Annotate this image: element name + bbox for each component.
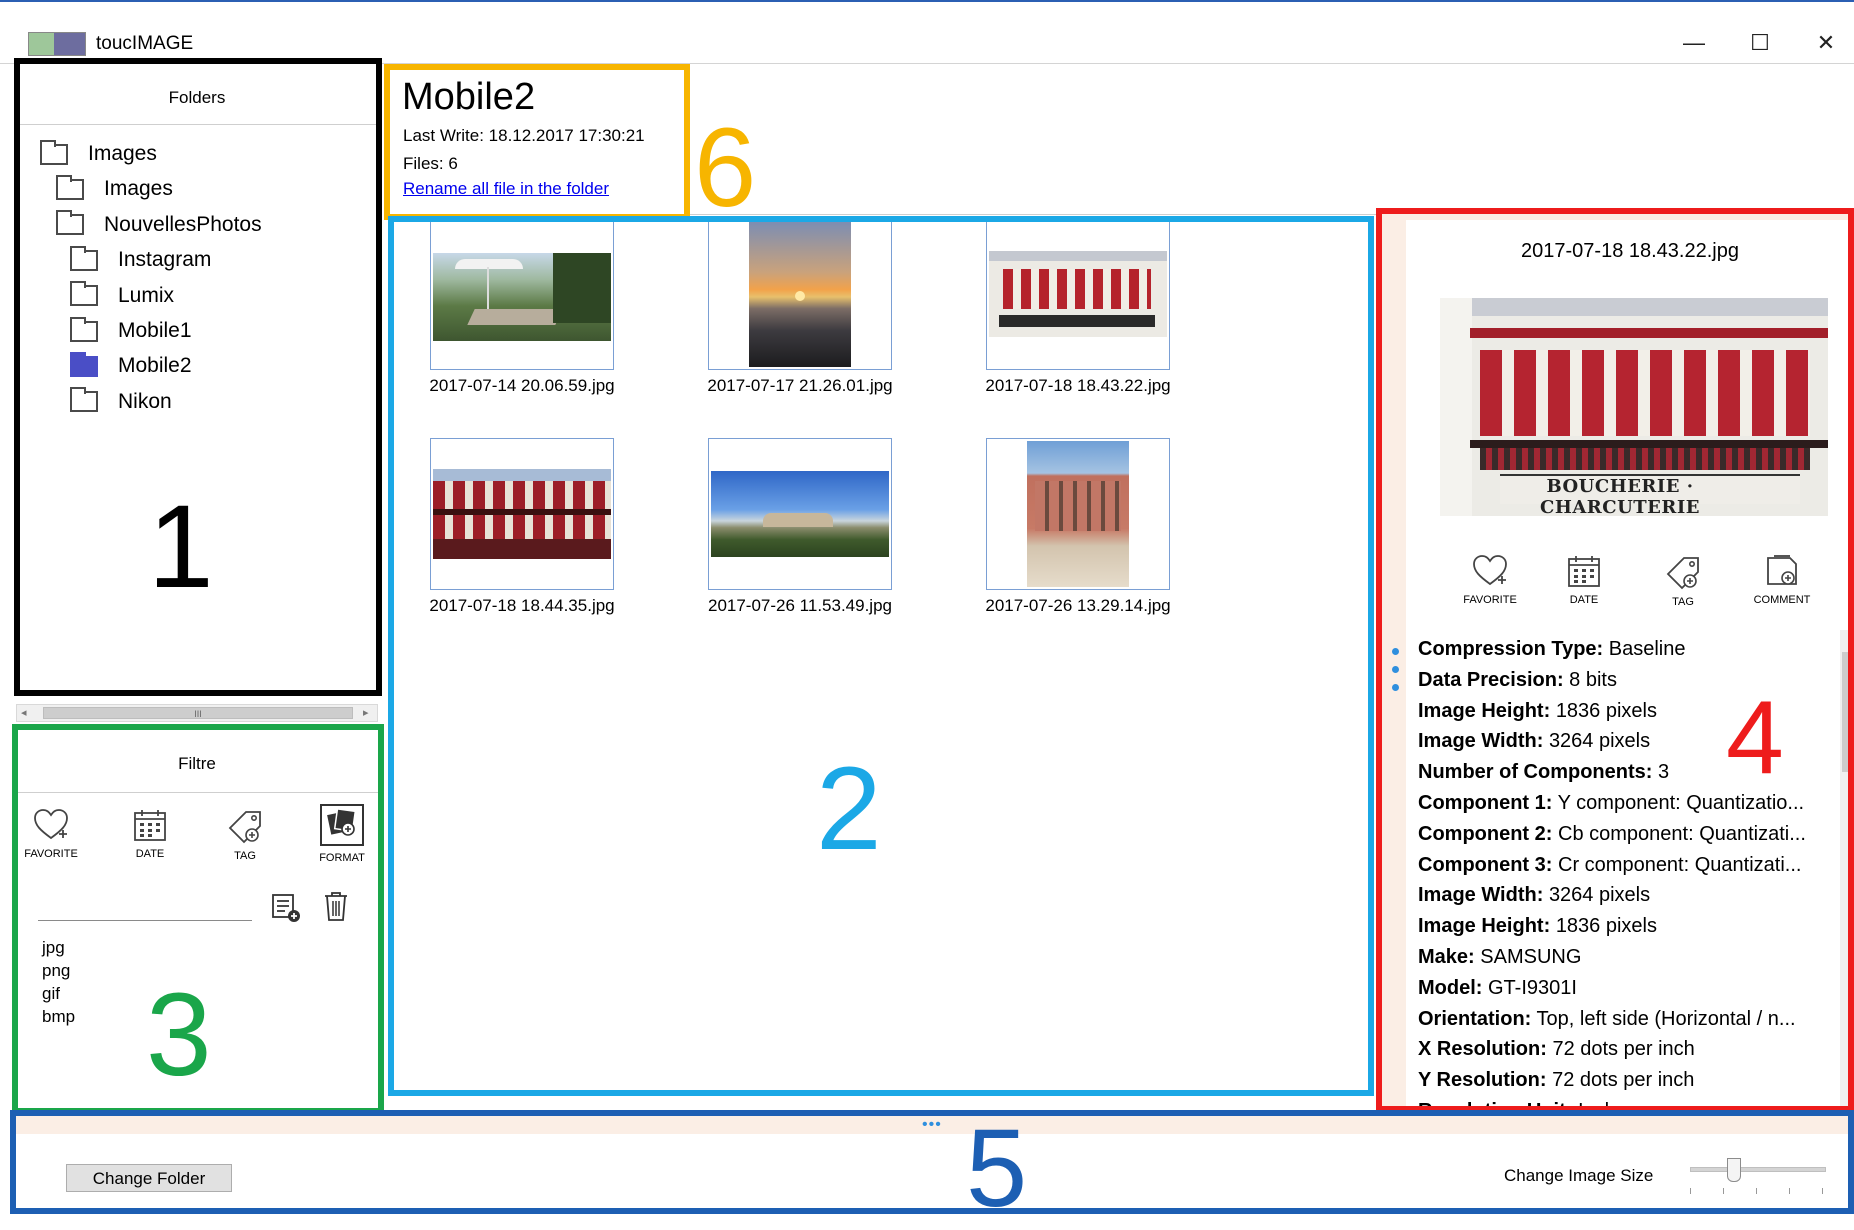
app-title: toucIMAGE xyxy=(96,33,194,54)
annotation-box-6 xyxy=(384,64,690,220)
scroll-right-icon[interactable]: ▸ xyxy=(363,705,369,721)
scrollbar-thumb[interactable]: III xyxy=(43,707,353,719)
annotation-box-4 xyxy=(1376,208,1854,1112)
annotation-label-3: 3 xyxy=(146,969,212,1101)
app-logo-icon xyxy=(28,32,86,56)
annotation-box-2 xyxy=(388,216,1374,1096)
maximize-button[interactable]: ☐ xyxy=(1738,26,1782,60)
annotation-label-1: 1 xyxy=(148,481,214,613)
scroll-left-icon[interactable]: ◂ xyxy=(21,705,27,721)
app-window: toucIMAGE — ☐ ✕ Folders Images Images Nouv… xyxy=(0,0,1854,1224)
folders-scrollbar[interactable]: ◂ III ▸ xyxy=(16,704,378,722)
title-bar: toucIMAGE — ☐ ✕ xyxy=(0,4,1854,64)
minimize-button[interactable]: — xyxy=(1672,26,1716,60)
annotation-label-5: 5 xyxy=(966,1107,1028,1230)
close-button[interactable]: ✕ xyxy=(1804,26,1848,60)
annotation-label-2: 2 xyxy=(816,743,882,875)
annotation-label-4: 4 xyxy=(1726,680,1784,796)
annotation-box-5 xyxy=(10,1110,1854,1214)
annotation-label-6: 6 xyxy=(694,105,757,230)
